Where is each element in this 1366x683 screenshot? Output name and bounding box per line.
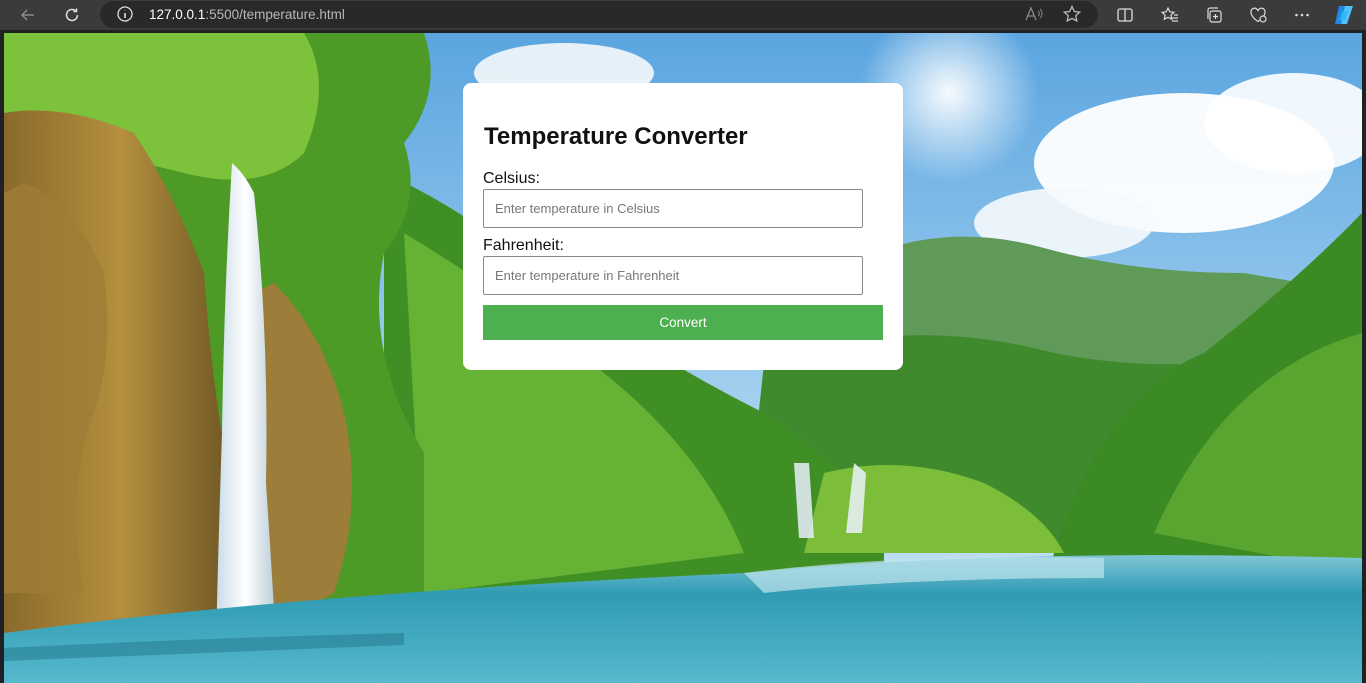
celsius-label: Celsius:: [483, 170, 540, 187]
browser-essentials-icon[interactable]: [1246, 3, 1270, 27]
address-bar[interactable]: 127.0.0.1:5500/temperature.html: [100, 1, 1098, 28]
fahrenheit-label: Fahrenheit:: [483, 237, 564, 254]
star-icon[interactable]: [1062, 5, 1082, 23]
copilot-icon[interactable]: [1331, 2, 1357, 28]
favorites-icon[interactable]: [1158, 3, 1182, 27]
converter-card: Temperature Converter Celsius: Fahrenhei…: [463, 83, 903, 370]
celsius-input[interactable]: [483, 189, 863, 228]
url-text[interactable]: 127.0.0.1:5500/temperature.html: [149, 7, 345, 22]
browser-toolbar: 127.0.0.1:5500/temperature.html: [0, 0, 1366, 30]
collections-icon[interactable]: [1202, 3, 1226, 27]
url-path: :5500/temperature.html: [205, 7, 345, 22]
page-title: Temperature Converter: [484, 123, 748, 150]
more-icon[interactable]: [1290, 3, 1314, 27]
read-aloud-icon[interactable]: [1024, 5, 1044, 23]
url-host: 127.0.0.1: [149, 7, 206, 22]
info-icon[interactable]: [116, 5, 134, 23]
convert-button[interactable]: Convert: [483, 305, 883, 340]
refresh-icon[interactable]: [60, 3, 84, 27]
back-arrow-icon[interactable]: [16, 3, 40, 27]
page-viewport: Temperature Converter Celsius: Fahrenhei…: [4, 33, 1362, 683]
split-screen-icon[interactable]: [1113, 3, 1137, 27]
fahrenheit-input[interactable]: [483, 256, 863, 295]
